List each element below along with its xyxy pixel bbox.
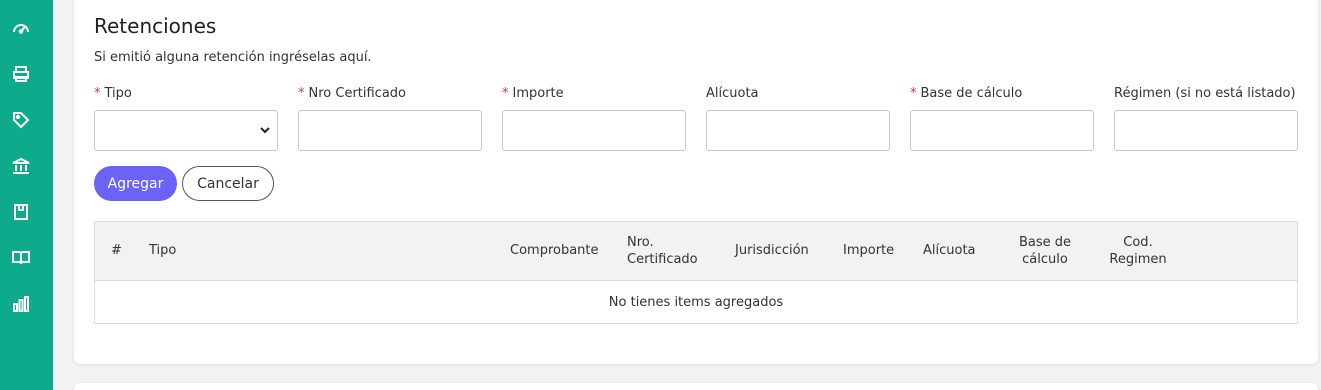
table-header: # Tipo Comprobante Nro. Certificado Juri… <box>95 222 1297 281</box>
field-base-calculo-label: * Base de cálculo <box>910 86 1094 106</box>
section-subtitle: Si emitió alguna retención ingréselas aq… <box>94 50 372 65</box>
col-cod-regimen-line2: Regimen <box>1109 252 1167 267</box>
col-alicuota: Alícuota <box>923 243 976 258</box>
field-nro-certificado: * Nro Certificado <box>298 86 482 151</box>
col-nro-certificado-line2: Certificado <box>627 252 698 267</box>
tag-icon[interactable] <box>10 109 32 131</box>
col-importe: Importe <box>843 243 895 258</box>
col-num: # <box>111 243 122 258</box>
field-label-text: Nro Certificado <box>308 86 407 101</box>
bank-icon[interactable] <box>10 155 32 177</box>
field-importe: * Importe <box>502 86 686 151</box>
chevron-down-icon <box>260 127 270 134</box>
base-calculo-input[interactable] <box>910 110 1094 151</box>
field-alicuota-label: Alícuota <box>706 86 759 101</box>
field-label-text: Base de cálculo <box>920 86 1023 101</box>
package-icon[interactable] <box>10 201 32 223</box>
alicuota-input[interactable] <box>706 110 890 151</box>
nro-certificado-input[interactable] <box>298 110 482 151</box>
section-title: Retenciones <box>94 14 217 38</box>
field-label-text: Importe <box>512 86 564 101</box>
table-empty-message: No tienes items agregados <box>608 295 784 310</box>
field-regimen: Régimen (si no está listado) <box>1114 86 1298 151</box>
cancel-button[interactable]: Cancelar <box>182 166 274 201</box>
required-mark: * <box>502 86 509 101</box>
retenciones-table: # Tipo Comprobante Nro. Certificado Juri… <box>94 221 1298 324</box>
field-tipo-label: * Tipo <box>94 86 278 106</box>
sidebar <box>0 0 53 390</box>
col-nro-certificado-line1: Nro. <box>627 235 654 250</box>
field-base-calculo: * Base de cálculo <box>910 86 1094 151</box>
field-alicuota: Alícuota <box>706 86 890 151</box>
field-importe-label: * Importe <box>502 86 686 106</box>
field-label-text: Tipo <box>104 86 132 101</box>
required-mark: * <box>94 86 101 101</box>
col-base-calculo-line2: cálculo <box>1022 252 1068 267</box>
open-book-icon[interactable] <box>10 247 32 269</box>
col-base-calculo-line1: Base de <box>1018 235 1072 250</box>
next-card <box>74 383 1318 390</box>
dashboard-gauge-icon[interactable] <box>10 17 32 39</box>
tipo-select[interactable] <box>94 110 278 151</box>
col-cod-regimen: Cod. Regimen <box>1103 234 1173 268</box>
col-cod-regimen-line1: Cod. <box>1123 235 1153 250</box>
field-tipo: * Tipo <box>94 86 278 151</box>
field-nro-certificado-label: * Nro Certificado <box>298 86 482 106</box>
col-base-calculo: Base de cálculo <box>1015 234 1075 268</box>
add-button[interactable]: Agregar <box>94 166 177 201</box>
importe-input[interactable] <box>502 110 686 151</box>
printer-icon[interactable] <box>10 63 32 85</box>
col-jurisdiccion: Jurisdicción <box>735 243 809 258</box>
bar-chart-icon[interactable] <box>10 293 32 315</box>
col-nro-certificado: Nro. Certificado <box>627 234 698 268</box>
regimen-input[interactable] <box>1114 110 1298 151</box>
required-mark: * <box>910 86 917 101</box>
col-tipo: Tipo <box>149 243 177 258</box>
col-comprobante: Comprobante <box>510 243 599 258</box>
field-regimen-label: Régimen (si no está listado) <box>1114 86 1296 101</box>
required-mark: * <box>298 86 305 101</box>
